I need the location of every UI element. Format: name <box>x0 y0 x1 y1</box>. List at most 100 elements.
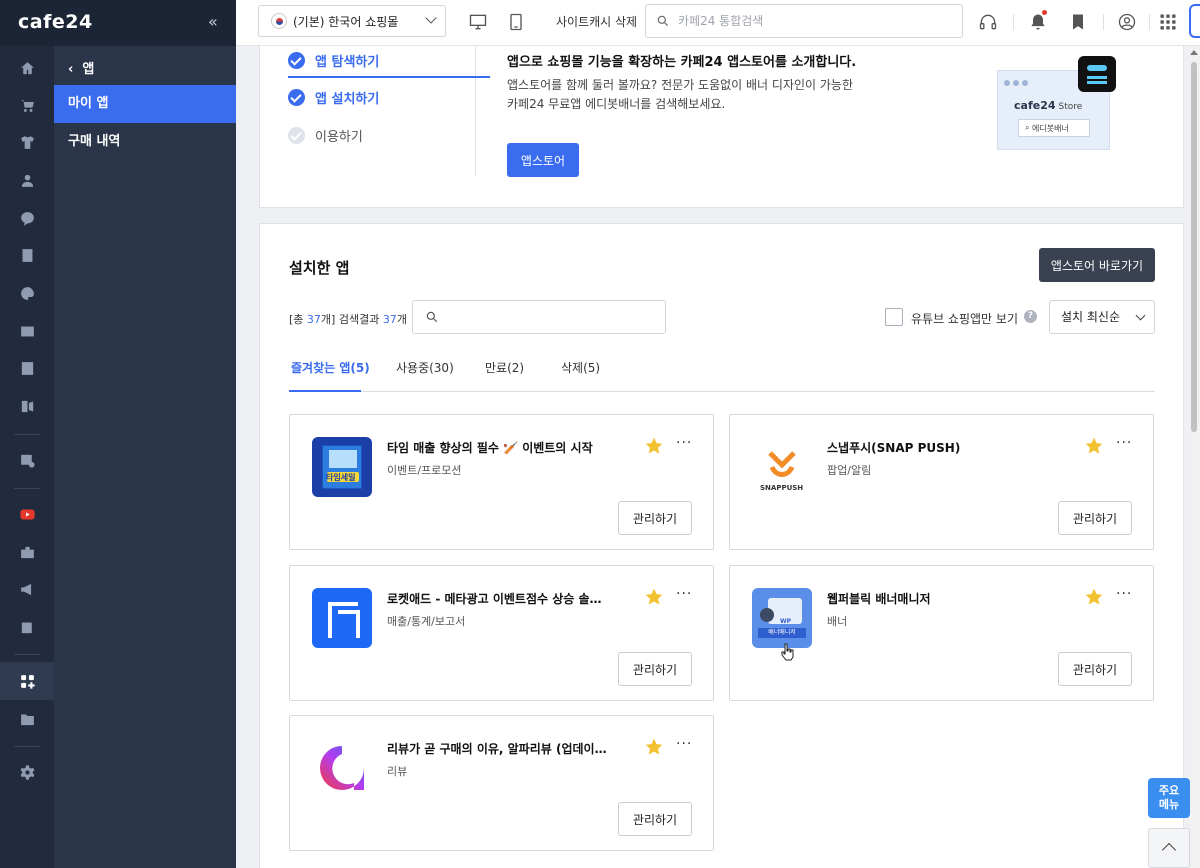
palette-icon[interactable] <box>18 284 36 302</box>
total-count: 37 <box>306 313 321 326</box>
cart-icon[interactable] <box>18 96 36 114</box>
bookmark-icon[interactable] <box>1068 12 1088 32</box>
more-options-icon[interactable]: ··· <box>1116 586 1132 602</box>
more-options-icon[interactable]: ··· <box>676 435 692 451</box>
youtube-only-checkbox[interactable] <box>885 308 903 326</box>
app-thumbnail: SNAPPUSH <box>752 437 812 497</box>
star-icon[interactable] <box>644 436 664 456</box>
app-card[interactable]: WP 배너매니저 웹퍼블릭 배너매니저 배너 ··· 관리하기 <box>729 565 1154 701</box>
megaphone-icon[interactable] <box>18 580 36 598</box>
user-icon[interactable] <box>18 171 36 189</box>
search-icon <box>426 311 438 323</box>
shop-selector[interactable]: (기본) 한국어 쇼핑몰 <box>258 5 446 37</box>
scrollbar-thumb[interactable] <box>1191 62 1197 432</box>
manage-button[interactable]: 관리하기 <box>1058 501 1132 535</box>
result-count-value: 37 <box>382 313 397 326</box>
star-icon[interactable] <box>644 737 664 757</box>
topbar-divider <box>1013 14 1014 30</box>
bell-icon[interactable] <box>1028 12 1048 32</box>
app-thumbnail-text: 배너매니저 <box>758 628 806 638</box>
app-name: 리뷰가 곧 구매의 이유, 알파리뷰 (업데이트) <box>387 742 607 756</box>
app-search-input[interactable] <box>447 310 657 324</box>
promotion-icon[interactable] <box>18 322 36 340</box>
apps-plus-icon[interactable] <box>18 672 36 690</box>
tab-expired[interactable]: 만료(2) <box>485 359 524 376</box>
star-icon[interactable] <box>1084 436 1104 456</box>
submenu-item-my-apps[interactable]: 마이 앱 <box>54 85 236 123</box>
step-label: 앱 탐색하기 <box>315 55 380 70</box>
app-thumbnail-tag: WP <box>780 618 792 625</box>
tab-in-use[interactable]: 사용중(30) <box>396 359 454 376</box>
manage-button[interactable]: 관리하기 <box>1058 652 1132 686</box>
clear-site-cache-button[interactable]: 사이트캐시 삭제 <box>556 13 637 30</box>
rail-divider <box>14 434 40 435</box>
folder-add-icon[interactable] <box>18 710 36 728</box>
chat-icon[interactable] <box>18 209 36 227</box>
youtube-icon[interactable] <box>18 505 36 523</box>
home-icon[interactable] <box>18 59 36 77</box>
collapse-sidebar-icon[interactable]: « <box>208 12 218 31</box>
store-settings-icon[interactable] <box>18 451 36 469</box>
channel-icon[interactable] <box>18 397 36 415</box>
manage-button[interactable]: 관리하기 <box>618 652 692 686</box>
star-icon[interactable] <box>644 587 664 607</box>
global-search[interactable] <box>645 4 963 38</box>
step-explore[interactable]: 앱 탐색하기 <box>288 51 379 70</box>
app-card[interactable]: 리뷰가 곧 구매의 이유, 알파리뷰 (업데이트) 리뷰 ··· 관리하기 <box>289 715 714 851</box>
rail-divider <box>14 654 40 655</box>
manage-button[interactable]: 관리하기 <box>618 802 692 836</box>
appstore-button[interactable]: 앱스토어 <box>507 143 579 177</box>
cafe24-logo[interactable]: cafe24 <box>18 11 93 33</box>
scroll-up-arrow-icon[interactable] <box>1190 50 1198 55</box>
step-use[interactable]: 이용하기 <box>288 126 363 145</box>
desktop-preview-icon[interactable] <box>468 12 488 32</box>
app-card[interactable]: 로켓애드 - 메타광고 이벤트점수 상승 솔루션 매출/통계/보고서 ··· 관… <box>289 565 714 701</box>
check-circle-icon <box>288 89 305 106</box>
app-card[interactable]: SNAPPUSH 스냅푸시(SNAP PUSH) 팝업/알림 ··· 관리하기 <box>729 414 1154 550</box>
scroll-to-top-button[interactable] <box>1148 828 1190 868</box>
tab-deleted[interactable]: 삭제(5) <box>561 359 600 376</box>
side-panel-toggle[interactable] <box>1189 4 1200 38</box>
app-thumbnail <box>312 738 372 798</box>
back-to-app-link[interactable]: ‹ 앱 <box>68 58 94 77</box>
submenu-item-purchase-history[interactable]: 구매 내역 <box>54 123 236 161</box>
help-icon[interactable]: ? <box>1024 310 1037 323</box>
add-page-icon[interactable] <box>18 618 36 636</box>
account-icon[interactable] <box>1117 12 1137 32</box>
count-text: 개] 검색결과 <box>320 313 383 326</box>
grid-menu-icon[interactable] <box>1158 12 1178 32</box>
global-search-input[interactable] <box>678 14 938 28</box>
board-icon[interactable] <box>18 246 36 264</box>
logo-bar: cafe24 « <box>0 0 236 46</box>
mobile-preview-icon[interactable] <box>506 12 526 32</box>
star-icon[interactable] <box>1084 587 1104 607</box>
app-search[interactable] <box>412 300 666 334</box>
alpha-review-logo-icon <box>320 746 364 790</box>
more-options-icon[interactable]: ··· <box>1116 435 1132 451</box>
briefcase-icon[interactable] <box>18 543 36 561</box>
more-options-icon[interactable]: ··· <box>676 736 692 752</box>
app-card[interactable]: 타임세일 타임 매출 향상의 필수 🏏 이벤트의 시작 이벤트/프로모션 ···… <box>289 414 714 550</box>
step-install[interactable]: 앱 설치하기 <box>288 88 379 107</box>
app-category: 배너 <box>827 615 848 628</box>
app-tabs: 즐겨찾는 앱(5) 사용중(30) 만료(2) 삭제(5) <box>289 352 1155 392</box>
quick-menu-label: 주요 <box>1158 784 1180 797</box>
gear-icon[interactable] <box>18 763 36 781</box>
headset-icon[interactable] <box>978 12 998 32</box>
sort-select[interactable]: 설치 최신순 <box>1049 300 1155 334</box>
check-circle-icon <box>288 52 305 69</box>
goto-appstore-button[interactable]: 앱스토어 바로가기 <box>1039 248 1155 282</box>
gear-icon <box>760 608 774 622</box>
youtube-only-label[interactable]: 유튜브 쇼핑앱만 보기 <box>911 310 1018 327</box>
more-options-icon[interactable]: ··· <box>676 586 692 602</box>
sort-select-value: 설치 최신순 <box>1061 310 1121 324</box>
manage-button[interactable]: 관리하기 <box>618 501 692 535</box>
page-scrollbar[interactable] <box>1188 46 1200 868</box>
rail-divider <box>14 488 40 489</box>
app-category: 매출/통계/보고서 <box>387 615 466 628</box>
tab-favorites[interactable]: 즐겨찾는 앱(5) <box>291 359 370 376</box>
stats-icon[interactable] <box>18 359 36 377</box>
quick-menu-button[interactable]: 주요 메뉴 <box>1148 778 1190 818</box>
tshirt-icon[interactable] <box>18 133 36 151</box>
app-thumbnail <box>312 588 372 648</box>
